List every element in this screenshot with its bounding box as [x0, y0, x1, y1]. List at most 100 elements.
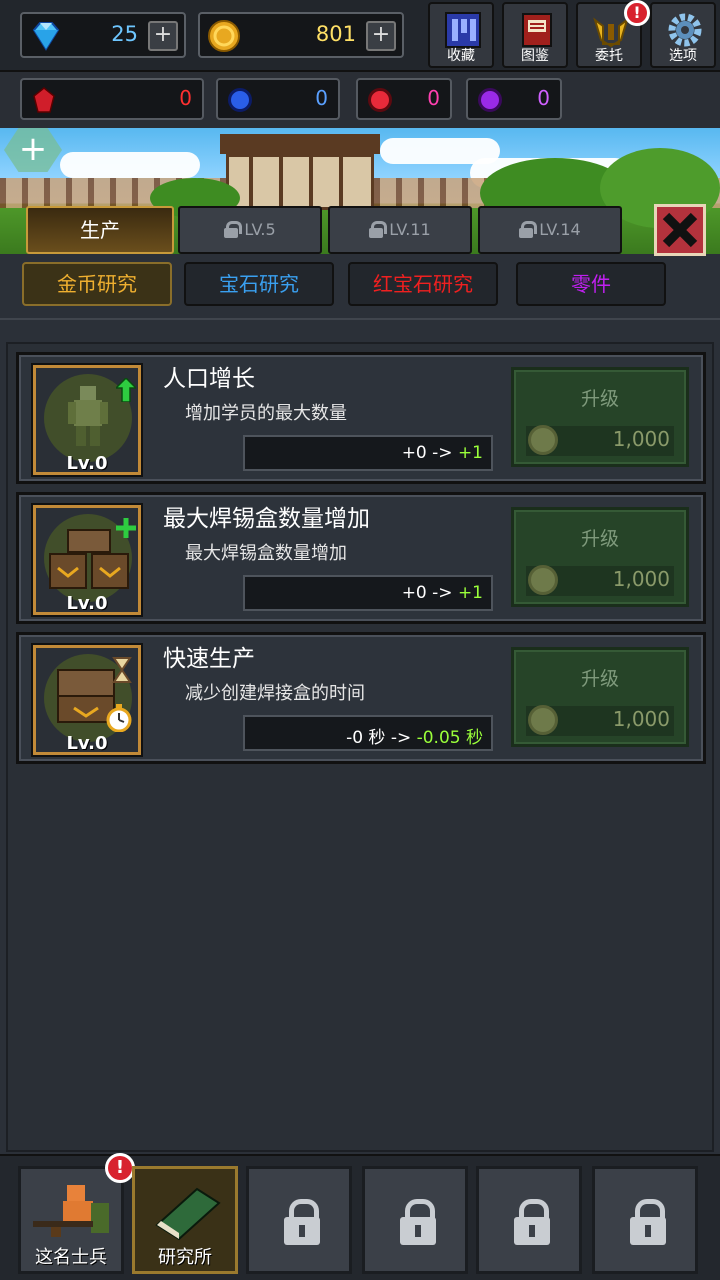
research-effect: -0 秒 -> -0.05 秒	[243, 715, 493, 751]
research-title: 最大焊锡盒数量增加	[163, 506, 370, 532]
blue-gem-counter: 0	[216, 78, 340, 120]
close-icon	[662, 212, 698, 248]
collection-icon	[445, 12, 481, 48]
plus-icon	[116, 518, 136, 538]
top-bar: 25 + 801 + 收藏 图鉴 委托 ! 选项	[0, 0, 720, 72]
effect-next: +1	[457, 443, 483, 463]
commission-label: 委托	[595, 48, 623, 64]
upgrade-button[interactable]: 升级 1,000	[511, 507, 689, 607]
diamond-count: 25	[111, 22, 138, 46]
locked-slot[interactable]	[592, 1166, 698, 1274]
effect-current: +0 ->	[401, 443, 453, 463]
effect-next: -0.05 秒	[416, 728, 483, 748]
upgrade-label: 升级	[580, 528, 619, 550]
tab-lv14-label: LV.14	[539, 220, 581, 239]
research-description: 减少创建焊接盒的时间	[185, 683, 365, 704]
lock-icon	[369, 221, 388, 238]
tab-production-label: 生产	[80, 218, 120, 242]
purple-gem-counter: 0	[466, 78, 562, 120]
purple-gem-icon	[478, 88, 502, 112]
red-gem-counter: 0	[356, 78, 452, 120]
research-description: 最大焊锡盒数量增加	[185, 543, 347, 564]
coin-count: 801	[315, 22, 356, 46]
upgrade-label: 升级	[580, 388, 619, 410]
add-scene-button[interactable]: +	[4, 128, 62, 172]
research-book-icon	[155, 1187, 221, 1241]
tab-lv5-label: LV.5	[244, 220, 276, 239]
collection-label: 收藏	[447, 48, 475, 64]
red-crystal-counter: 0	[20, 78, 204, 120]
upgrade-button[interactable]: 升级 1,000	[511, 367, 689, 467]
research-level: Lv.0	[66, 733, 108, 754]
red-gem-icon	[368, 88, 392, 112]
locked-slot[interactable]	[476, 1166, 582, 1274]
soldier-slot[interactable]: 这名士兵 !	[18, 1153, 135, 1274]
lock-icon	[514, 1199, 550, 1245]
research-thumbnail: Lv.0	[31, 363, 143, 477]
red-crystal-icon	[33, 87, 55, 113]
encyclopedia-label: 图鉴	[521, 48, 549, 64]
subtab-ruby-research[interactable]: 红宝石研究	[348, 262, 498, 306]
cloud	[60, 152, 200, 178]
subtab-parts[interactable]: 零件	[516, 262, 666, 306]
research-subtabs: 金币研究 宝石研究 红宝石研究 零件	[0, 256, 720, 320]
coin-icon	[528, 425, 558, 455]
diamond-counter: 25 +	[20, 12, 186, 58]
effect-current: +0 ->	[401, 583, 453, 603]
options-button[interactable]: 选项	[650, 2, 716, 68]
research-thumbnail: Lv.0	[31, 503, 143, 617]
stopwatch-icon	[106, 704, 132, 732]
arrow-up-icon	[116, 378, 136, 402]
diamond-icon	[32, 22, 60, 51]
add-diamonds-button[interactable]: +	[148, 21, 178, 51]
research-card: Lv.0 最大焊锡盒数量增加 最大焊锡盒数量增加 +0 -> +1 升级 1,0…	[16, 492, 706, 624]
bottom-nav: 这名士兵 ! 研究所	[0, 1153, 720, 1280]
research-description: 增加学员的最大数量	[185, 403, 347, 424]
tab-locked-lv5[interactable]: LV.5	[178, 206, 322, 254]
gear-icon	[668, 13, 702, 47]
subtab-coin-research-label: 金币研究	[57, 272, 137, 296]
research-title: 人口增长	[163, 366, 255, 392]
lock-icon	[284, 1199, 320, 1245]
subtab-gem-research-label: 宝石研究	[219, 272, 299, 296]
red-crystal-count: 0	[179, 86, 192, 110]
soldier-icon	[33, 1185, 109, 1237]
research-card: Lv.0 人口增长 增加学员的最大数量 +0 -> +1 升级 1,000	[16, 352, 706, 484]
locked-slot[interactable]	[362, 1166, 468, 1274]
subtab-parts-label: 零件	[571, 272, 611, 296]
lab-slot-label: 研究所	[158, 1247, 212, 1268]
lab-slot[interactable]: 研究所	[132, 1166, 238, 1274]
effect-current: -0 秒 ->	[346, 728, 412, 748]
upgrade-cost: 1,000	[526, 565, 674, 596]
soldier-slot-label: 这名士兵	[35, 1247, 107, 1268]
coin-icon	[208, 20, 240, 52]
encyclopedia-button[interactable]: 图鉴	[502, 2, 568, 68]
tab-lv11-label: LV.11	[389, 220, 431, 239]
collection-button[interactable]: 收藏	[428, 2, 494, 68]
coin-icon	[528, 705, 558, 735]
tab-locked-lv11[interactable]: LV.11	[328, 206, 472, 254]
locked-slot[interactable]	[246, 1166, 352, 1274]
house-roof	[220, 134, 380, 154]
commission-button[interactable]: 委托 !	[576, 0, 650, 68]
add-coins-button[interactable]: +	[366, 21, 396, 51]
category-tabs: 生产 LV.5 LV.11 LV.14	[0, 200, 720, 256]
research-level: Lv.0	[66, 453, 108, 474]
subtab-gem-research[interactable]: 宝石研究	[184, 262, 334, 306]
coin-counter: 801 +	[198, 12, 404, 58]
upgrade-cost: 1,000	[526, 705, 674, 736]
upgrade-cost-value: 1,000	[612, 567, 670, 591]
effect-next: +1	[457, 583, 483, 603]
lock-icon	[519, 221, 538, 238]
close-button[interactable]	[654, 204, 706, 256]
commission-alert-badge: !	[624, 0, 650, 26]
options-label: 选项	[669, 48, 697, 64]
book-icon	[522, 13, 552, 47]
blue-gem-icon	[228, 88, 252, 112]
tab-locked-lv14[interactable]: LV.14	[478, 206, 622, 254]
tab-production[interactable]: 生产	[26, 206, 174, 254]
upgrade-button[interactable]: 升级 1,000	[511, 647, 689, 747]
research-list: Lv.0 人口增长 增加学员的最大数量 +0 -> +1 升级 1,000 Lv…	[6, 342, 714, 1152]
research-level: Lv.0	[66, 593, 108, 614]
subtab-coin-research[interactable]: 金币研究	[22, 262, 172, 306]
